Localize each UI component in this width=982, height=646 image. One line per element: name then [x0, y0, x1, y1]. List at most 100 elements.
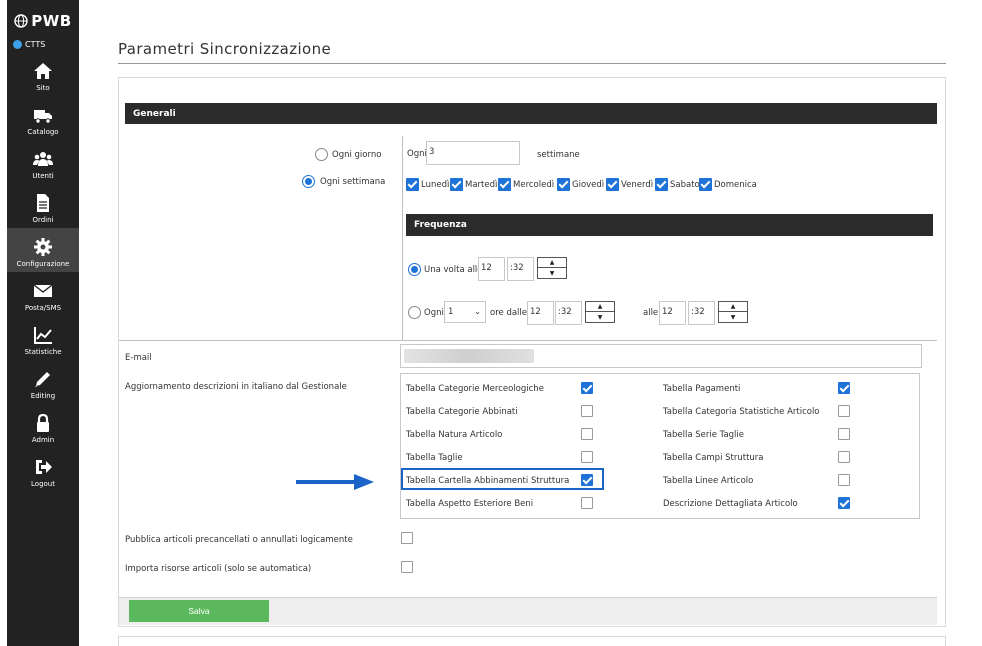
bottom-panel [118, 636, 946, 646]
section-header-frequenza: Frequenza [406, 214, 933, 236]
day-checkbox-mercoledi[interactable] [498, 178, 511, 191]
site-selector[interactable]: CTTS [13, 40, 45, 49]
spinner-up-icon[interactable]: ▲ [538, 258, 566, 268]
checkbox-pubblica-articoli[interactable] [401, 532, 413, 544]
table-option-label: Descrizione Dettagliata Articolo [663, 499, 798, 509]
users-icon [33, 152, 53, 166]
radio-una-volta[interactable] [408, 263, 421, 276]
una-volta-label: Una volta alle [424, 265, 483, 275]
spinner-up-icon[interactable]: ▲ [719, 302, 747, 312]
once-time-spinner[interactable]: ▲ ▼ [537, 257, 567, 279]
day-checkbox-lunedi[interactable] [406, 178, 419, 191]
table-option-label: Tabella Natura Articolo [406, 430, 503, 440]
to-time-spinner[interactable]: ▲ ▼ [718, 301, 748, 323]
spinner-up-icon[interactable]: ▲ [586, 302, 614, 312]
day-domenica[interactable]: Domenica [699, 178, 757, 191]
day-martedi[interactable]: Martedì [450, 178, 497, 191]
gear-icon [34, 238, 52, 256]
globe-icon [14, 14, 28, 28]
once-hour-input[interactable]: 12 [478, 257, 505, 281]
ogni-ore-label: Ogni [424, 308, 444, 318]
checkbox-natura-articolo[interactable] [581, 428, 593, 440]
ore-dalle-label: ore dalle [490, 308, 527, 318]
sidebar-item-logout[interactable]: Logout [7, 448, 79, 492]
section-header-generali: Generali [125, 103, 937, 124]
email-value-redacted [404, 349, 534, 363]
once-minute-input[interactable]: :32 [507, 257, 534, 281]
document-icon [37, 194, 49, 212]
ogni-ore-select[interactable]: 1 ⌄ [444, 301, 486, 323]
table-option-label: Tabella Pagamenti [663, 384, 741, 394]
sidebar-item-editing[interactable]: Editing [7, 360, 79, 404]
table-option-label: Tabella Categorie Abbinati [406, 407, 518, 417]
site-status-dot [13, 40, 22, 49]
radio-ogni-ore[interactable] [408, 306, 421, 319]
section-title-generali: Generali [133, 108, 176, 119]
chart-icon [34, 327, 52, 344]
highlight-box [401, 468, 604, 490]
ogni-settimane-input[interactable]: 3 [426, 141, 520, 165]
home-icon [34, 63, 52, 79]
section-divider [119, 340, 937, 341]
to-minute-input[interactable]: :32 [688, 301, 715, 325]
from-hour-input[interactable]: 12 [527, 301, 554, 325]
checkbox-importa-risorse[interactable] [401, 561, 413, 573]
sidebar: PWB CTTS Sito Catalogo Utenti Ordini Con… [7, 0, 79, 646]
checkbox-linee-articolo[interactable] [838, 474, 850, 486]
checkbox-categorie-abbinati[interactable] [581, 405, 593, 417]
sidebar-item-admin[interactable]: Admin [7, 404, 79, 448]
radio-ogni-settimana[interactable] [302, 175, 315, 188]
table-option-label: Tabella Campi Struttura [663, 453, 764, 463]
checkbox-aspetto-esteriore-beni[interactable] [581, 497, 593, 509]
radio-ogni-giorno[interactable] [315, 148, 328, 161]
day-venerdi[interactable]: Venerdì [606, 178, 653, 191]
sidebar-item-posta-sms[interactable]: Posta/SMS [7, 272, 79, 316]
chevron-down-icon: ⌄ [474, 307, 481, 316]
sidebar-item-ordini[interactable]: Ordini [7, 184, 79, 228]
from-time-spinner[interactable]: ▲ ▼ [585, 301, 615, 323]
checkbox-campi-struttura[interactable] [838, 451, 850, 463]
arrow-right-icon [296, 474, 374, 490]
day-checkbox-martedi[interactable] [450, 178, 463, 191]
day-checkbox-sabato[interactable] [655, 178, 668, 191]
radio-ogni-giorno-label: Ogni giorno [332, 150, 382, 160]
checkbox-taglie[interactable] [581, 451, 593, 463]
day-lunedi[interactable]: Lunedì [406, 178, 449, 191]
day-sabato[interactable]: Sabato [655, 178, 700, 191]
day-checkbox-venerdi[interactable] [606, 178, 619, 191]
spinner-down-icon[interactable]: ▼ [719, 312, 747, 322]
sidebar-item-statistiche[interactable]: Statistiche [7, 316, 79, 360]
envelope-icon [33, 284, 53, 297]
day-checkbox-domenica[interactable] [699, 178, 712, 191]
ogni-label: Ogni [407, 149, 427, 159]
site-code: CTTS [25, 40, 46, 49]
day-mercoledi[interactable]: Mercoledì [498, 178, 554, 191]
from-minute-input[interactable]: :32 [555, 301, 582, 325]
sidebar-item-sito[interactable]: Sito [7, 52, 79, 96]
logo: PWB [7, 10, 79, 32]
lock-icon [37, 413, 49, 432]
title-divider [118, 63, 946, 64]
save-button[interactable]: Salva [129, 600, 269, 622]
checkbox-pagamenti[interactable] [838, 382, 850, 394]
table-option-label: Tabella Categoria Statistiche Articolo [663, 407, 820, 417]
sidebar-item-configurazione[interactable]: Configurazione [7, 228, 79, 272]
radio-ogni-settimana-label: Ogni settimana [320, 177, 386, 187]
importa-label: Importa risorse articoli (solo se automa… [125, 564, 312, 574]
checkbox-descrizione-dettagliata-articolo[interactable] [838, 497, 850, 509]
checkbox-categoria-statistiche-articolo[interactable] [838, 405, 850, 417]
spinner-down-icon[interactable]: ▼ [538, 268, 566, 278]
sidebar-item-utenti[interactable]: Utenti [7, 140, 79, 184]
day-checkbox-giovedi[interactable] [557, 178, 570, 191]
table-option-label: Tabella Linee Articolo [663, 476, 754, 486]
logout-icon [36, 460, 52, 474]
to-hour-input[interactable]: 12 [659, 301, 686, 325]
checkbox-categorie-merceologiche[interactable] [581, 382, 593, 394]
checkbox-serie-taglie[interactable] [838, 428, 850, 440]
pubblica-label: Pubblica articoli precancellati o annull… [125, 535, 353, 545]
table-option-label: Tabella Categorie Merceologiche [406, 384, 544, 394]
day-giovedi[interactable]: Giovedì [557, 178, 604, 191]
spinner-down-icon[interactable]: ▼ [586, 312, 614, 322]
sidebar-item-catalogo[interactable]: Catalogo [7, 96, 79, 140]
app-window: PWB CTTS Sito Catalogo Utenti Ordini Con… [0, 0, 982, 646]
